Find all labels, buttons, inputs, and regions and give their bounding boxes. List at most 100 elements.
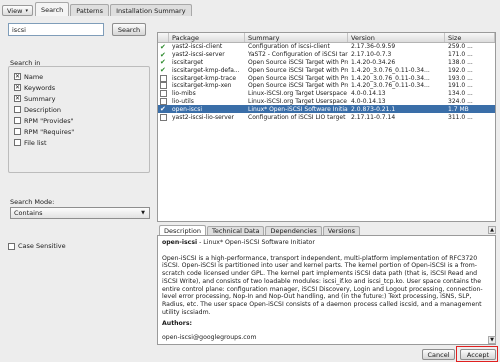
tab-dependencies[interactable]: Dependencies: [265, 226, 322, 235]
view-menu-button[interactable]: View ▾: [2, 5, 33, 16]
cancel-button-label: Cancel: [427, 350, 450, 359]
search-in-file-list[interactable]: File list: [9, 137, 149, 148]
search-in-rpm-requires[interactable]: RPM "Requires": [9, 126, 149, 137]
status-cell[interactable]: [158, 97, 169, 106]
checkbox-icon[interactable]: [160, 90, 167, 98]
status-cell[interactable]: ✔: [158, 43, 169, 51]
table-row[interactable]: iscsitarget-kmp-xen Open Source iSCSI Tar…: [158, 82, 495, 90]
size-cell: 134.0 ...: [448, 90, 473, 98]
table-row[interactable]: lio-utils Linux-iSCSI.org Target Userspac…: [158, 97, 495, 106]
search-mode-select[interactable]: Contains ▼: [10, 207, 150, 219]
size-cell: 324.0 ...: [448, 97, 473, 105]
table-row[interactable]: yast2-iscsi-lio-server Configuration of i…: [158, 113, 495, 121]
cancel-button[interactable]: Cancel: [422, 349, 455, 360]
checkbox-icon[interactable]: ✕: [14, 84, 21, 91]
status-cell[interactable]: [158, 82, 169, 90]
version-cell: 4.0-0.14.13: [351, 90, 386, 98]
column-header-version[interactable]: Version: [348, 33, 445, 42]
checkbox-icon[interactable]: [14, 106, 21, 113]
description-text: Open-iSCSI is a high-performance, transp…: [162, 254, 483, 316]
search-in-rpm-provides[interactable]: RPM "Provides": [9, 115, 149, 126]
column-header-status[interactable]: [158, 33, 169, 42]
accept-button[interactable]: Accept: [460, 349, 496, 360]
installed-check-icon[interactable]: ✔: [160, 67, 166, 74]
description-body: open-iscsi - Linux* Open-iSCSI Software …: [157, 235, 496, 345]
tab-technical-data[interactable]: Technical Data: [207, 226, 265, 235]
checkbox-icon[interactable]: [8, 242, 15, 250]
table-row[interactable]: ✔ iscsitarget Open Source iSCSI Target wit…: [158, 59, 495, 67]
summary-cell: Open Source iSCSI Target with Professio.…: [248, 58, 348, 66]
search-input[interactable]: iscsi: [8, 23, 104, 36]
checkbox-icon[interactable]: ✕: [14, 95, 21, 102]
version-cell: 2.17.11-0.7.14: [351, 113, 396, 121]
search-in-summary[interactable]: ✕ Summary: [9, 93, 149, 104]
installed-check-icon[interactable]: ✔: [160, 106, 166, 113]
accept-button-label: Accept: [466, 350, 490, 359]
size-cell: 1.7 MB: [448, 105, 469, 113]
column-header-size[interactable]: Size: [445, 33, 495, 42]
checkbox-icon[interactable]: [160, 82, 167, 90]
chevron-down-icon: ▾: [25, 7, 28, 14]
size-cell: 259.0 ...: [448, 43, 473, 51]
installed-check-icon[interactable]: ✔: [160, 59, 166, 66]
checkbox-icon[interactable]: ✕: [14, 73, 21, 80]
checkbox-icon[interactable]: [160, 113, 167, 121]
table-row[interactable]: ✔ iscsitarget-kmp-defa... Open Source iSCS…: [158, 66, 495, 74]
checkbox-icon[interactable]: [14, 117, 21, 124]
size-cell: 193.0 ...: [448, 74, 473, 82]
tab-description[interactable]: Description: [159, 225, 207, 235]
version-cell: 1.4.20_3.0.76_0.11-0.34...: [351, 74, 430, 82]
package-table: Package Summary Version Size ✔ yast2-iscs…: [157, 32, 496, 222]
table-row[interactable]: lio-mibs Linux-iSCSI.org Target Userspace…: [158, 90, 495, 98]
scroll-up-icon[interactable]: ▲: [488, 226, 496, 234]
status-cell[interactable]: [158, 113, 169, 121]
status-cell[interactable]: ✔: [158, 59, 169, 67]
size-cell: 171.0 ...: [448, 51, 473, 59]
version-cell: 1.4.20_3.0.76_0.11-0.34...: [351, 66, 430, 74]
search-in-name[interactable]: ✕ Name: [9, 71, 149, 82]
table-row[interactable]: ✔ yast2-iscsi-client Configuration of iscs…: [158, 43, 495, 51]
tab-dependencies-label: Dependencies: [270, 227, 317, 235]
checkbox-icon[interactable]: [14, 139, 21, 146]
search-mode-value: Contains: [14, 209, 43, 217]
search-button-label: Search: [117, 25, 141, 34]
package-cell: lio-utils: [172, 97, 194, 105]
tab-technical-data-label: Technical Data: [212, 227, 260, 235]
installed-check-icon[interactable]: ✔: [160, 43, 166, 50]
package-cell: iscsitarget-kmp-xen: [172, 82, 232, 90]
checkbox-icon[interactable]: [160, 74, 167, 82]
table-header: Package Summary Version Size: [158, 33, 495, 43]
status-cell[interactable]: [158, 74, 169, 82]
status-cell[interactable]: [158, 90, 169, 98]
status-cell[interactable]: ✔: [158, 66, 169, 74]
tab-installation-summary[interactable]: Installation Summary: [110, 4, 192, 16]
search-button[interactable]: Search: [112, 23, 146, 36]
tab-search[interactable]: Search: [34, 2, 70, 16]
case-sensitive-checkbox[interactable]: Case Sensitive: [8, 242, 66, 250]
search-in-description[interactable]: Description: [9, 104, 149, 115]
summary-cell: Linux-iSCSI.org Target Userspace utils: [248, 97, 348, 105]
tab-patterns[interactable]: Patterns: [70, 4, 110, 16]
installed-check-icon[interactable]: ✔: [160, 51, 166, 58]
table-row[interactable]: iscsitarget-kmp-trace Open Source iSCSI T…: [158, 74, 495, 82]
column-header-label: Version: [351, 33, 375, 42]
status-cell[interactable]: ✔: [158, 51, 169, 59]
search-in-option-label: Summary: [24, 94, 56, 103]
top-tab-bar: View ▾ Search Patterns Installation Summ…: [2, 2, 498, 16]
column-header-package[interactable]: Package: [169, 33, 245, 42]
status-cell[interactable]: ✔: [158, 105, 169, 113]
checkbox-icon[interactable]: [14, 128, 21, 135]
table-row[interactable]: ✔ open-iscsi Linux* Open-iSCSI Software In…: [158, 105, 495, 114]
summary-cell: Configuration of iSCSI LIO target: [248, 113, 346, 121]
search-in-keywords[interactable]: ✕ Keywords: [9, 82, 149, 93]
package-cell: yast2-iscsi-client: [172, 43, 223, 51]
details-panel: Description Technical Data Dependencies …: [157, 225, 496, 345]
scroll-down-icon[interactable]: ▼: [488, 336, 496, 344]
column-header-summary[interactable]: Summary: [245, 33, 348, 42]
checkbox-icon[interactable]: [160, 97, 167, 105]
tab-versions[interactable]: Versions: [322, 226, 361, 235]
search-in-option-label: Keywords: [24, 83, 56, 92]
table-row[interactable]: ✔ yast2-iscsi-server YaST2 - Configuration…: [158, 51, 495, 59]
package-cell: lio-mibs: [172, 90, 196, 98]
summary-cell: YaST2 - Configuration of iSCSI target: [248, 51, 348, 59]
